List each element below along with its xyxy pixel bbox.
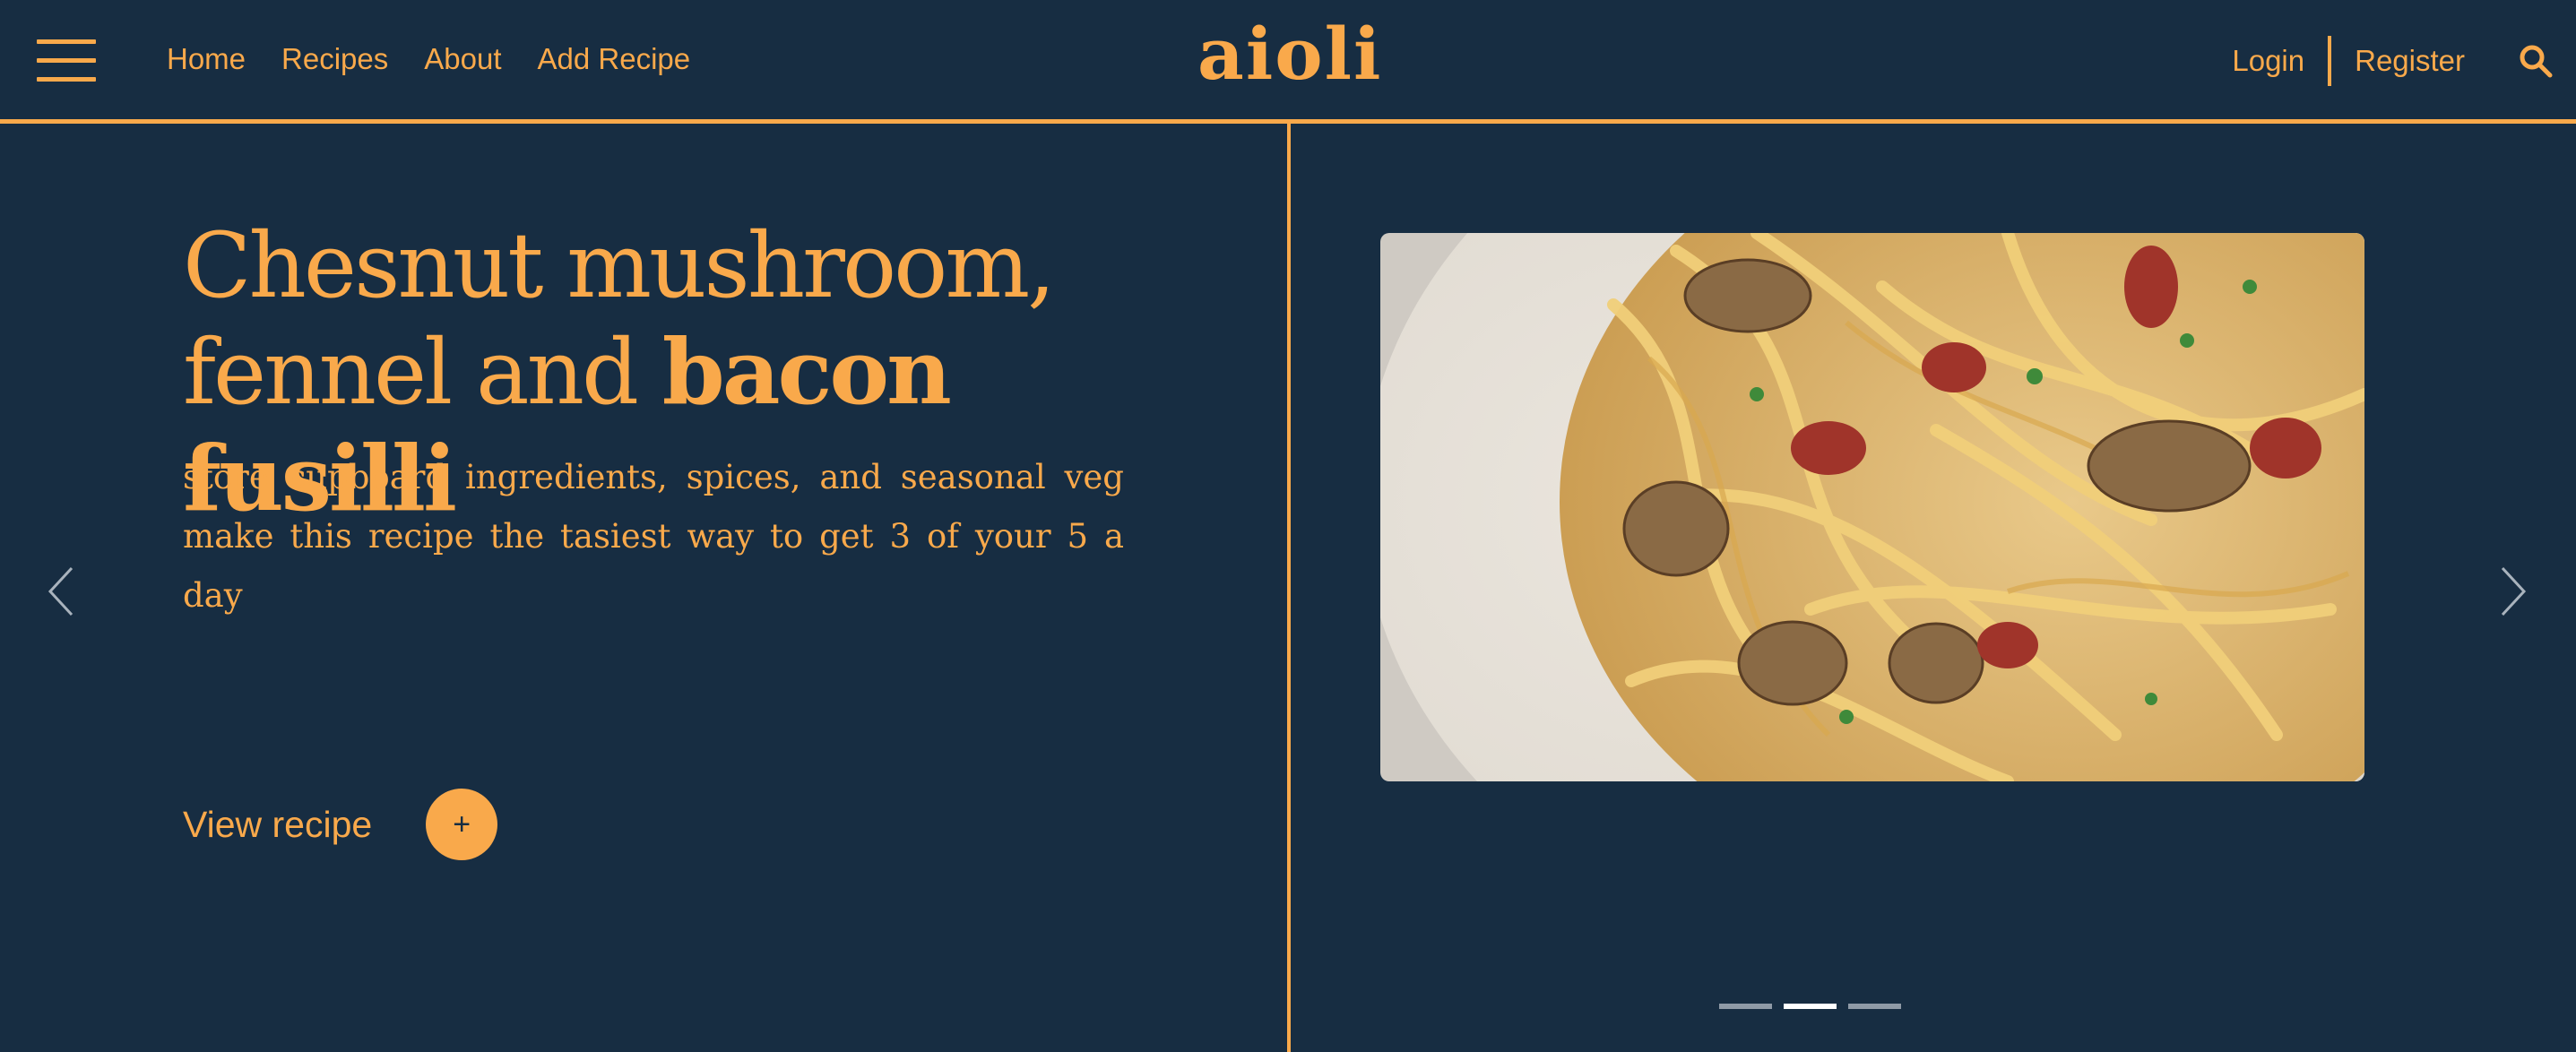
site-header: Home Recipes About Add Recipe aioli Logi… xyxy=(0,0,2576,124)
carousel-indicators xyxy=(1719,1004,1901,1009)
login-link[interactable]: Login xyxy=(2232,37,2304,85)
carousel-dot-3[interactable] xyxy=(1848,1004,1901,1009)
plus-icon[interactable]: + xyxy=(426,789,498,860)
hero-divider xyxy=(1287,124,1291,1052)
nav-home-link[interactable]: Home xyxy=(167,39,246,79)
carousel-dot-2[interactable] xyxy=(1784,1004,1837,1009)
recipe-description: store cupboard ingredients, spices, and … xyxy=(183,458,1124,615)
hamburger-menu-icon[interactable] xyxy=(37,39,96,82)
chevron-left-icon[interactable] xyxy=(43,565,79,618)
register-link[interactable]: Register xyxy=(2355,37,2465,85)
nav-add-recipe-link[interactable]: Add Recipe xyxy=(538,39,691,79)
nav-recipes-link[interactable]: Recipes xyxy=(281,39,388,79)
nav-about-link[interactable]: About xyxy=(424,39,501,79)
search-icon[interactable] xyxy=(2518,43,2554,79)
view-recipe-label: View recipe xyxy=(183,804,373,845)
auth-divider xyxy=(2328,36,2332,86)
view-recipe-button[interactable]: View recipe + xyxy=(183,789,498,860)
site-logo[interactable]: aioli xyxy=(1197,9,1382,99)
auth-links: Login Register xyxy=(2232,36,2465,86)
carousel-dot-1[interactable] xyxy=(1719,1004,1772,1009)
main-nav: Home Recipes About Add Recipe xyxy=(167,39,690,79)
pasta-image xyxy=(1380,233,2364,781)
chevron-right-icon[interactable] xyxy=(2495,565,2531,618)
recipe-photo xyxy=(1380,233,2364,781)
